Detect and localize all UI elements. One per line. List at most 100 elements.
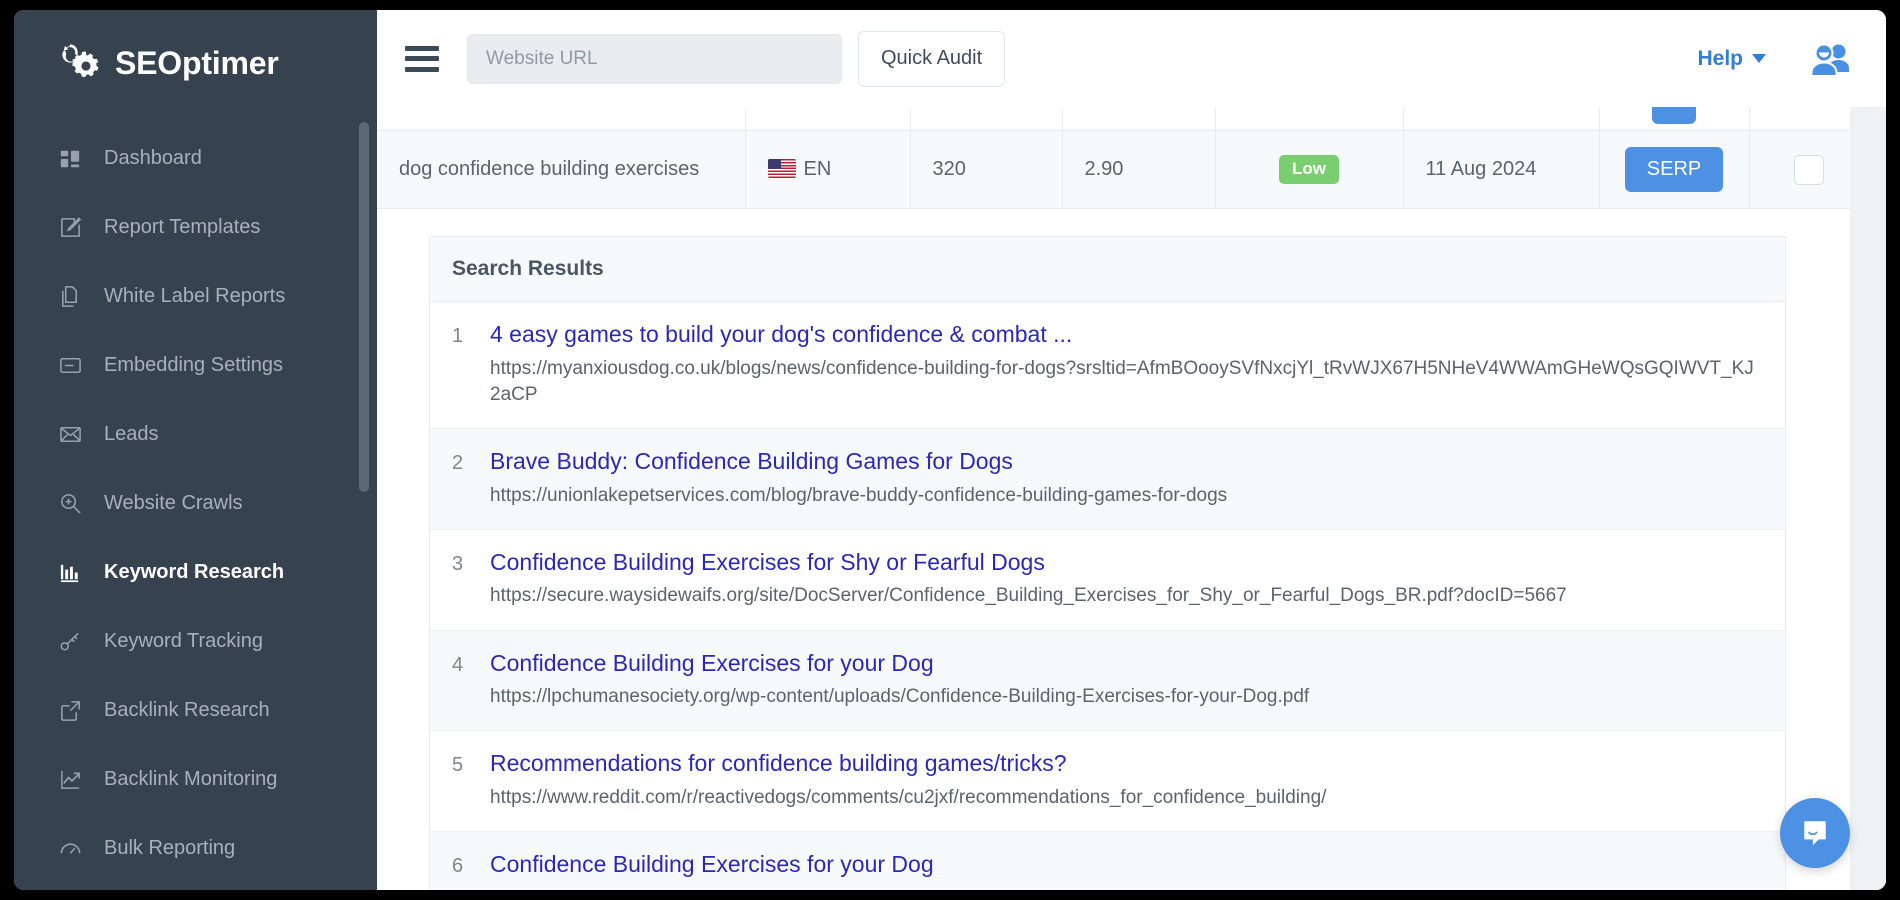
help-menu[interactable]: Help: [1697, 47, 1766, 71]
top-bar: Quick Audit Help: [377, 10, 1886, 107]
result-title-link[interactable]: Recommendations for confidence building …: [490, 750, 1763, 778]
cell-language: EN: [745, 131, 910, 209]
sidebar-item-dashboard[interactable]: Dashboard: [14, 124, 377, 193]
key-icon: [58, 630, 82, 654]
sidebar-item-label: Bulk Reporting: [104, 837, 235, 860]
envelope-icon: [58, 423, 82, 447]
sidebar: SEOptimer Dashboard Report Temp: [14, 10, 377, 890]
sidebar-item-label: Keyword Research: [104, 561, 284, 584]
result-title-link[interactable]: Confidence Building Exercises for your D…: [490, 650, 1763, 678]
result-rank: 2: [452, 448, 490, 509]
sidebar-item-label: Dashboard: [104, 147, 202, 170]
result-url: https://secure.waysidewaifs.org/site/Doc…: [490, 583, 1763, 609]
cell-serp: SERP: [1599, 131, 1749, 209]
sidebar-scrollbar[interactable]: [359, 122, 369, 492]
external-link-icon: [58, 699, 82, 723]
documents-copy-icon: [58, 285, 82, 309]
sidebar-item-label: Backlink Research: [104, 699, 270, 722]
content-scroll-area[interactable]: dog confidence building exercises EN 320…: [377, 107, 1886, 890]
embed-box-icon: [58, 354, 82, 378]
result-rank: 3: [452, 549, 490, 610]
app-window: SEOptimer Dashboard Report Temp: [14, 10, 1886, 890]
brand-logo-area[interactable]: SEOptimer: [14, 10, 377, 116]
seoptimer-gears-logo-icon: [56, 40, 102, 86]
users-avatar-icon[interactable]: [1810, 42, 1850, 76]
result-url: https://www.reddit.com/r/reactivedogs/co…: [490, 785, 1763, 811]
top-bar-right: Help: [1697, 42, 1850, 76]
cell-date: 11 Aug 2024: [1403, 131, 1599, 209]
us-flag-icon: [768, 159, 796, 178]
result-rank: 1: [452, 321, 490, 408]
quick-audit-button[interactable]: Quick Audit: [858, 31, 1005, 87]
sidebar-item-label: Leads: [104, 423, 159, 446]
sidebar-item-leads[interactable]: Leads: [14, 400, 377, 469]
list-item: 6 Confidence Building Exercises for your…: [430, 832, 1785, 890]
search-results-card: Search Results 1 4 easy games to build y…: [429, 236, 1786, 890]
result-body: Confidence Building Exercises for your D…: [490, 851, 1763, 890]
sidebar-item-label: Backlink Monitoring: [104, 768, 277, 791]
result-rank: 4: [452, 650, 490, 711]
result-body: Brave Buddy: Confidence Building Games f…: [490, 448, 1763, 509]
result-body: Confidence Building Exercises for your D…: [490, 650, 1763, 711]
sidebar-item-label: Report Templates: [104, 216, 260, 239]
sidebar-item-label: White Label Reports: [104, 285, 285, 308]
sidebar-item-bulk-reporting[interactable]: Bulk Reporting: [14, 814, 377, 883]
result-title-link[interactable]: 4 easy games to build your dog's confide…: [490, 321, 1763, 349]
pencil-square-icon: [58, 216, 82, 240]
bar-chart-icon: [58, 561, 82, 585]
list-item: 4 Confidence Building Exercises for your…: [430, 631, 1785, 732]
sidebar-item-label: Website Crawls: [104, 492, 243, 515]
trend-up-icon: [58, 768, 82, 792]
result-body: Recommendations for confidence building …: [490, 750, 1763, 811]
list-item: 5 Recommendations for confidence buildin…: [430, 731, 1785, 832]
sidebar-item-keyword-research[interactable]: Keyword Research: [14, 538, 377, 607]
dashboard-grid-icon: [58, 147, 82, 171]
chat-bubble-icon: [1800, 818, 1830, 848]
search-input[interactable]: [467, 34, 842, 84]
sidebar-item-keyword-tracking[interactable]: Keyword Tracking: [14, 607, 377, 676]
result-title-link[interactable]: Confidence Building Exercises for Shy or…: [490, 549, 1763, 577]
language-code: EN: [804, 158, 832, 180]
sidebar-item-white-label-reports[interactable]: White Label Reports: [14, 262, 377, 331]
list-item: 1 4 easy games to build your dog's confi…: [430, 302, 1785, 429]
cell-competition: Low: [1215, 131, 1403, 209]
cell-keyword: dog confidence building exercises: [377, 131, 745, 209]
result-rank: 6: [452, 851, 490, 890]
magnifier-plus-icon: [58, 492, 82, 516]
result-body: Confidence Building Exercises for Shy or…: [490, 549, 1763, 610]
hamburger-icon[interactable]: [405, 46, 439, 72]
list-item: 2 Brave Buddy: Confidence Building Games…: [430, 429, 1785, 530]
sidebar-item-backlink-research[interactable]: Backlink Research: [14, 676, 377, 745]
sidebar-item-embedding-settings[interactable]: Embedding Settings: [14, 331, 377, 400]
main-area: Quick Audit Help: [377, 10, 1886, 890]
row-checkbox[interactable]: [1794, 155, 1824, 185]
result-url: https://www.petnecessities.co.uk/confide…: [490, 886, 1763, 890]
sidebar-item-backlink-monitoring[interactable]: Backlink Monitoring: [14, 745, 377, 814]
search-results-title: Search Results: [430, 237, 1785, 302]
sidebar-nav: Dashboard Report Templates White Label R…: [14, 116, 377, 883]
result-url: https://unionlakepetservices.com/blog/br…: [490, 483, 1763, 509]
serp-button-partial[interactable]: [1652, 107, 1696, 124]
result-body: 4 easy games to build your dog's confide…: [490, 321, 1763, 408]
result-rank: 5: [452, 750, 490, 811]
chevron-down-icon: [1752, 54, 1766, 63]
gauge-icon: [58, 837, 82, 861]
sidebar-item-label: Keyword Tracking: [104, 630, 263, 653]
result-title-link[interactable]: Confidence Building Exercises for your D…: [490, 851, 1763, 879]
cell-cpc: 2.90: [1062, 131, 1215, 209]
cell-volume: 320: [910, 131, 1062, 209]
table-row-partial: [377, 107, 1869, 131]
serp-button[interactable]: SERP: [1625, 147, 1723, 192]
chat-bubble-button[interactable]: [1780, 798, 1850, 868]
result-title-link[interactable]: Brave Buddy: Confidence Building Games f…: [490, 448, 1763, 476]
result-url: https://myanxiousdog.co.uk/blogs/news/co…: [490, 356, 1763, 408]
brand-name: SEOptimer: [115, 45, 279, 82]
right-gutter: [1850, 107, 1886, 890]
sidebar-item-website-crawls[interactable]: Website Crawls: [14, 469, 377, 538]
sidebar-item-label: Embedding Settings: [104, 354, 283, 377]
status-badge: Low: [1279, 155, 1339, 184]
list-item: 3 Confidence Building Exercises for Shy …: [430, 530, 1785, 631]
result-url: https://lpchumanesociety.org/wp-content/…: [490, 684, 1763, 710]
help-label: Help: [1697, 47, 1743, 71]
sidebar-item-report-templates[interactable]: Report Templates: [14, 193, 377, 262]
